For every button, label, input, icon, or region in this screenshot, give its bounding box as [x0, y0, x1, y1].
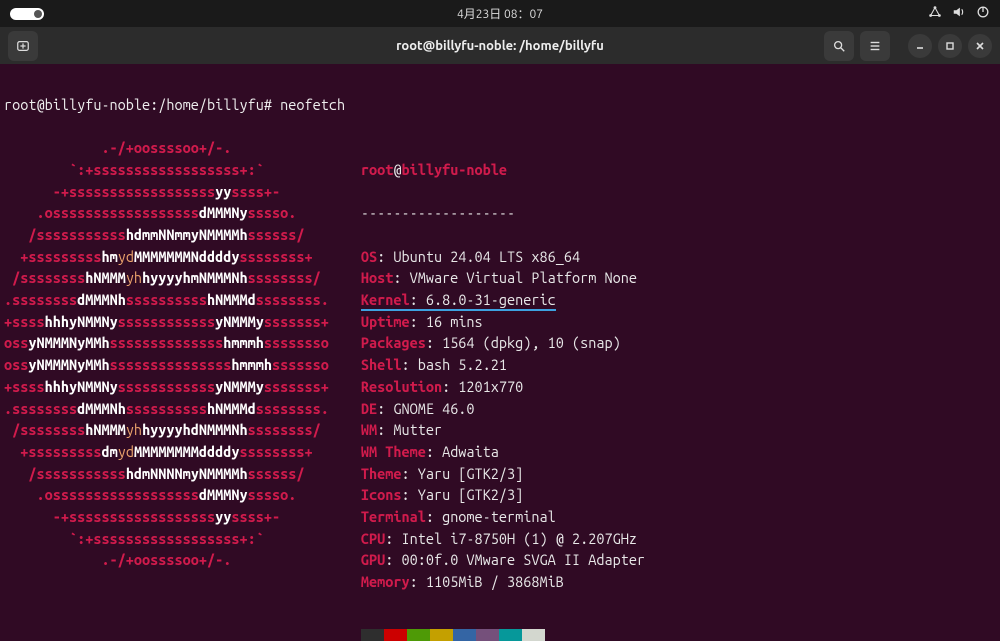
new-tab-button[interactable]: [8, 31, 38, 61]
terminal-viewport[interactable]: root@billyfu-noble:/home/billyfu# neofet…: [0, 64, 1000, 641]
info-row: Shell: bash 5.2.21: [361, 354, 645, 376]
maximize-button[interactable]: [938, 34, 962, 58]
info-row: Memory: 1105MiB / 3868MiB: [361, 571, 645, 593]
color-swatch: [384, 629, 407, 641]
color-swatch: [430, 629, 453, 641]
activities-pill[interactable]: [10, 8, 44, 20]
close-button[interactable]: [968, 34, 992, 58]
info-row: Terminal: gnome-terminal: [361, 506, 645, 528]
neofetch-info-block: root@billyfu-noble ------------------- O…: [329, 137, 645, 641]
info-row: Kernel: 6.8.0-31-generic: [361, 289, 645, 311]
volume-icon[interactable]: [952, 5, 966, 22]
window-title-bar: root@billyfu-noble: /home/billyfu: [0, 27, 1000, 64]
clock[interactable]: 4月23日 08：07: [457, 5, 543, 22]
info-row: Packages: 1564 (dpkg), 10 (snap): [361, 332, 645, 354]
gnome-top-bar: 4月23日 08：07: [0, 0, 1000, 27]
info-row: Resolution: 1201x770: [361, 376, 645, 398]
color-swatch: [453, 629, 476, 641]
info-row: Host: VMware Virtual Platform None: [361, 267, 645, 289]
minimize-button[interactable]: [908, 34, 932, 58]
color-swatch: [361, 629, 384, 641]
info-row: Uptime: 16 mins: [361, 311, 645, 333]
info-row: GPU: 00:0f.0 VMware SVGA II Adapter: [361, 549, 645, 571]
network-icon[interactable]: [928, 5, 942, 22]
color-swatch: [499, 629, 522, 641]
neofetch-ascii-logo: .-/+oossssoo+/-. `:+ssssssssssssssssss+:…: [4, 137, 329, 641]
window-title: root@billyfu-noble: /home/billyfu: [396, 39, 604, 53]
info-row: Icons: Yaru [GTK2/3]: [361, 484, 645, 506]
terminal-color-swatches: [361, 629, 645, 641]
info-row: Theme: Yaru [GTK2/3]: [361, 463, 645, 485]
info-row: WM Theme: Adwaita: [361, 441, 645, 463]
info-row: CPU: Intel i7-8750H (1) @ 2.207GHz: [361, 528, 645, 550]
info-row: OS: Ubuntu 24.04 LTS x86_64: [361, 246, 645, 268]
power-icon[interactable]: [976, 5, 990, 22]
info-row: WM: Mutter: [361, 419, 645, 441]
hamburger-menu-button[interactable]: [860, 31, 890, 61]
color-swatch: [522, 629, 545, 641]
prompt-line: root@billyfu-noble:/home/billyfu# neofet…: [4, 94, 996, 116]
search-button[interactable]: [824, 31, 854, 61]
info-row: DE: GNOME 46.0: [361, 398, 645, 420]
color-swatch: [407, 629, 430, 641]
color-swatch: [476, 629, 499, 641]
